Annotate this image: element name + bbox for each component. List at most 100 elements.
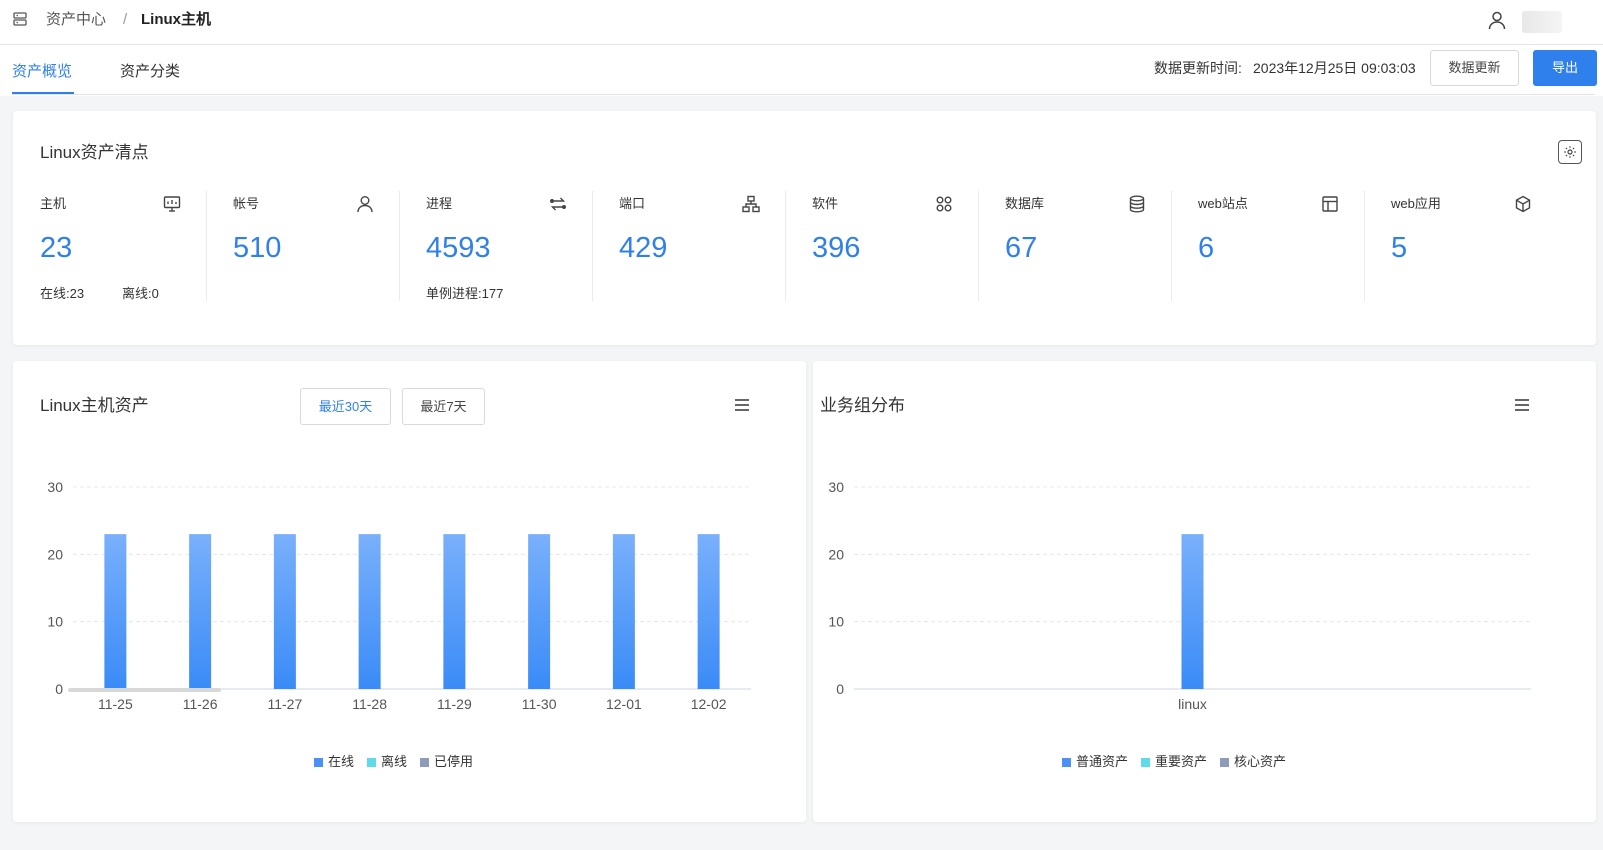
x-tick-label: linux [1178, 696, 1207, 712]
x-tick-label: 11-25 [98, 696, 133, 712]
legend-swatch-online [314, 757, 323, 767]
bar [358, 534, 381, 689]
database-icon [1129, 195, 1145, 213]
bar [1181, 534, 1204, 689]
server-menu-icon[interactable] [12, 11, 28, 27]
inventory-card: Linux资产清点 主机 23 在线:23 离线:0 帐号 510 进程 459… [13, 111, 1596, 345]
host-asset-chart-card: Linux主机资产 最近30天 最近7天 0 10 20 30 11-25 11-26 11… [13, 361, 806, 822]
stat-label: 数据库 [1005, 196, 1045, 211]
top-bar: 资产中心 / Linux主机 [0, 0, 1603, 45]
bar [189, 534, 212, 689]
bar [697, 534, 720, 689]
business-group-chart-card: 业务组分布 0 10 20 30 linux 普通资产 重要资产 核心资产 [813, 361, 1596, 822]
stat-value[interactable]: 510 [233, 231, 281, 265]
x-tick-label: 12-02 [691, 696, 727, 712]
stat-label: 软件 [812, 196, 839, 211]
legend-swatch-offline [367, 757, 377, 767]
swap-icon [550, 197, 566, 211]
breadcrumb-separator: / [123, 11, 128, 28]
y-tick-label: 20 [828, 546, 844, 562]
gear-icon [1564, 146, 1576, 158]
refresh-data-button[interactable]: 数据更新 [1430, 50, 1519, 86]
x-tick-label: 11-27 [267, 696, 302, 712]
legend-swatch-important [1141, 757, 1151, 767]
bar [528, 534, 551, 689]
avatar[interactable] [1522, 11, 1562, 33]
stat-label: 主机 [40, 196, 67, 211]
breadcrumb-current: Linux主机 [141, 11, 211, 28]
single-process-count: 单例进程:177 [426, 286, 504, 301]
y-tick-label: 10 [828, 614, 844, 630]
stat-label: web应用 [1391, 196, 1441, 211]
bar [273, 534, 296, 689]
legend-label: 核心资产 [1234, 754, 1287, 769]
breadcrumb-parent[interactable]: 资产中心 [46, 11, 106, 29]
stat-label: 帐号 [233, 196, 260, 211]
user-icon[interactable] [1487, 10, 1507, 30]
host-chart-legend: 在线 离线 已停用 [314, 754, 473, 770]
host-asset-bar-chart: 0 10 20 30 11-25 11-26 11-27 11-28 11-29 11-30 12-… [47, 479, 751, 712]
stat-value[interactable]: 4593 [426, 231, 491, 265]
stat-value[interactable]: 23 [40, 231, 72, 265]
stat-port[interactable]: 端口 429 [592, 191, 789, 301]
host-offline-count: 离线:0 [122, 286, 159, 301]
layout-icon [1322, 196, 1338, 212]
y-tick-label: 20 [47, 546, 63, 562]
tab-bar: 资产概览 资产分类 数据更新时间: 2023年12月25日 09:03:03 数… [0, 45, 1603, 96]
settings-button[interactable] [1558, 140, 1582, 164]
y-tick-label: 30 [828, 479, 844, 495]
cube-icon [1515, 195, 1531, 213]
host-online-count: 在线:23 [40, 286, 85, 301]
update-time-value: 2023年12月25日 09:03:03 [1253, 60, 1416, 76]
legend-item-offline[interactable]: 离线 [367, 754, 407, 770]
tab-divider [12, 94, 1595, 95]
stat-web-site[interactable]: web站点 6 [1171, 191, 1368, 301]
tab-overview[interactable]: 资产概览 [12, 63, 72, 81]
update-time-label: 数据更新时间: [1154, 60, 1242, 76]
group-chart-legend: 普通资产 重要资产 核心资产 [1062, 754, 1286, 770]
stat-label: 进程 [426, 196, 453, 211]
stat-host[interactable]: 主机 23 在线:23 离线:0 [13, 191, 210, 301]
y-tick-label: 0 [836, 681, 844, 697]
legend-swatch-normal [1062, 757, 1071, 767]
legend-item-important[interactable]: 重要资产 [1141, 754, 1207, 770]
x-tick-label: 12-01 [606, 696, 642, 712]
monitor-icon [163, 196, 181, 212]
legend-label: 离线 [381, 754, 408, 769]
stat-value[interactable]: 396 [812, 231, 860, 265]
legend-label: 重要资产 [1155, 754, 1208, 769]
stat-value[interactable]: 67 [1005, 231, 1037, 265]
legend-swatch-core [1220, 757, 1230, 767]
x-tick-label: 11-28 [352, 696, 387, 712]
export-button[interactable]: 导出 [1533, 50, 1597, 86]
zoom-scrollbar [68, 688, 221, 692]
legend-label: 在线 [328, 754, 355, 769]
bar [443, 534, 466, 689]
y-tick-label: 10 [47, 614, 63, 630]
legend-item-normal[interactable]: 普通资产 [1062, 754, 1128, 770]
user-icon [357, 196, 373, 213]
bar [612, 534, 635, 689]
x-tick-label: 11-29 [437, 696, 472, 712]
y-tick-label: 30 [47, 479, 63, 495]
x-tick-label: 11-26 [183, 696, 218, 712]
stat-database[interactable]: 数据库 67 [978, 191, 1175, 301]
apps-icon [936, 196, 952, 212]
tab-category[interactable]: 资产分类 [120, 63, 180, 81]
stat-label: web站点 [1198, 196, 1248, 211]
stat-account[interactable]: 帐号 510 [206, 191, 403, 301]
stat-value[interactable]: 6 [1198, 231, 1214, 265]
y-tick-label: 0 [55, 681, 63, 697]
x-tick-label: 11-30 [522, 696, 557, 712]
stat-web-app[interactable]: web应用 5 [1364, 191, 1561, 301]
legend-item-core[interactable]: 核心资产 [1220, 754, 1286, 770]
business-group-bar-chart: 0 10 20 30 linux [828, 479, 1531, 712]
stat-value[interactable]: 5 [1391, 231, 1407, 265]
stat-software[interactable]: 软件 396 [785, 191, 982, 301]
stat-value[interactable]: 429 [619, 231, 667, 265]
legend-item-disabled[interactable]: 已停用 [420, 754, 473, 770]
legend-item-online[interactable]: 在线 [314, 754, 354, 770]
stat-process[interactable]: 进程 4593 单例进程:177 [399, 191, 596, 301]
inventory-title: Linux资产清点 [40, 143, 149, 162]
legend-label: 已停用 [434, 754, 474, 769]
